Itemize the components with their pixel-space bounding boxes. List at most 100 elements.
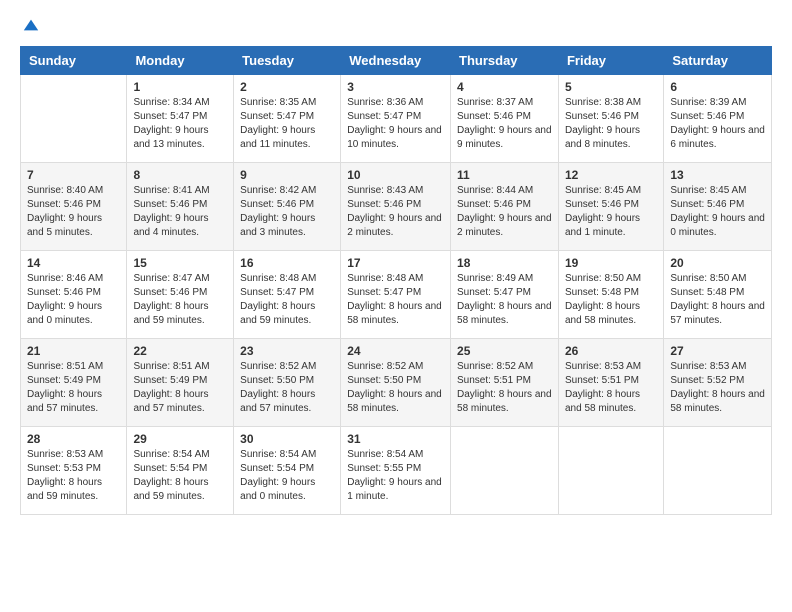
day-number: 11 <box>457 168 552 182</box>
day-info: Sunrise: 8:44 AMSunset: 5:46 PMDaylight:… <box>457 184 552 240</box>
calendar-cell: 27 Sunrise: 8:53 AMSunset: 5:52 PMDayligh… <box>664 339 772 427</box>
week-row-4: 21 Sunrise: 8:51 AMSunset: 5:49 PMDayligh… <box>21 339 772 427</box>
weekday-header-saturday: Saturday <box>664 47 772 75</box>
day-number: 30 <box>240 432 334 446</box>
calendar-cell: 16 Sunrise: 8:48 AMSunset: 5:47 PMDayligh… <box>234 251 341 339</box>
day-number: 25 <box>457 344 552 358</box>
calendar-cell: 13 Sunrise: 8:45 AMSunset: 5:46 PMDayligh… <box>664 163 772 251</box>
day-info: Sunrise: 8:54 AMSunset: 5:54 PMDaylight:… <box>133 448 227 504</box>
day-number: 6 <box>670 80 765 94</box>
day-number: 21 <box>27 344 120 358</box>
calendar-cell: 29 Sunrise: 8:54 AMSunset: 5:54 PMDayligh… <box>127 427 234 515</box>
day-number: 17 <box>347 256 444 270</box>
calendar-cell <box>558 427 663 515</box>
day-number: 14 <box>27 256 120 270</box>
day-number: 15 <box>133 256 227 270</box>
day-info: Sunrise: 8:47 AMSunset: 5:46 PMDaylight:… <box>133 272 227 328</box>
day-number: 27 <box>670 344 765 358</box>
calendar-cell: 11 Sunrise: 8:44 AMSunset: 5:46 PMDayligh… <box>451 163 559 251</box>
day-info: Sunrise: 8:53 AMSunset: 5:51 PMDaylight:… <box>565 360 657 416</box>
calendar-cell <box>21 75 127 163</box>
day-info: Sunrise: 8:54 AMSunset: 5:55 PMDaylight:… <box>347 448 444 504</box>
day-number: 13 <box>670 168 765 182</box>
day-number: 20 <box>670 256 765 270</box>
day-info: Sunrise: 8:51 AMSunset: 5:49 PMDaylight:… <box>133 360 227 416</box>
calendar-cell: 4 Sunrise: 8:37 AMSunset: 5:46 PMDaylight… <box>451 75 559 163</box>
week-row-5: 28Sunrise: 8:53 AMSunset: 5:53 PMDayligh… <box>21 427 772 515</box>
weekday-header-row: SundayMondayTuesdayWednesdayThursdayFrid… <box>21 47 772 75</box>
day-info: Sunrise: 8:45 AMSunset: 5:46 PMDaylight:… <box>670 184 765 240</box>
logo-icon <box>22 16 40 34</box>
day-number: 29 <box>133 432 227 446</box>
day-info: Sunrise: 8:52 AMSunset: 5:50 PMDaylight:… <box>347 360 444 416</box>
day-info: Sunrise: 8:54 AMSunset: 5:54 PMDaylight:… <box>240 448 334 504</box>
calendar-cell: 22 Sunrise: 8:51 AMSunset: 5:49 PMDayligh… <box>127 339 234 427</box>
calendar-cell: 7 Sunrise: 8:40 AMSunset: 5:46 PMDaylight… <box>21 163 127 251</box>
day-number: 23 <box>240 344 334 358</box>
day-info: Sunrise: 8:42 AMSunset: 5:46 PMDaylight:… <box>240 184 334 240</box>
day-info: Sunrise: 8:46 AMSunset: 5:46 PMDaylight:… <box>27 272 120 328</box>
day-number: 18 <box>457 256 552 270</box>
calendar-cell: 2Sunrise: 8:35 AMSunset: 5:47 PMDaylight… <box>234 75 341 163</box>
calendar-table: SundayMondayTuesdayWednesdayThursdayFrid… <box>20 46 772 515</box>
weekday-header-sunday: Sunday <box>21 47 127 75</box>
calendar-cell: 18Sunrise: 8:49 AMSunset: 5:47 PMDayligh… <box>451 251 559 339</box>
calendar-cell: 8 Sunrise: 8:41 AMSunset: 5:46 PMDaylight… <box>127 163 234 251</box>
week-row-1: 1Sunrise: 8:34 AMSunset: 5:47 PMDaylight… <box>21 75 772 163</box>
day-info: Sunrise: 8:36 AMSunset: 5:47 PMDaylight:… <box>347 96 444 152</box>
weekday-header-monday: Monday <box>127 47 234 75</box>
day-number: 22 <box>133 344 227 358</box>
weekday-header-wednesday: Wednesday <box>341 47 451 75</box>
day-info: Sunrise: 8:53 AMSunset: 5:52 PMDaylight:… <box>670 360 765 416</box>
day-info: Sunrise: 8:45 AMSunset: 5:46 PMDaylight:… <box>565 184 657 240</box>
calendar-cell: 21 Sunrise: 8:51 AMSunset: 5:49 PMDayligh… <box>21 339 127 427</box>
day-info: Sunrise: 8:48 AMSunset: 5:47 PMDaylight:… <box>347 272 444 328</box>
day-number: 26 <box>565 344 657 358</box>
day-number: 24 <box>347 344 444 358</box>
weekday-header-friday: Friday <box>558 47 663 75</box>
calendar-cell: 24 Sunrise: 8:52 AMSunset: 5:50 PMDayligh… <box>341 339 451 427</box>
calendar-cell: 10 Sunrise: 8:43 AMSunset: 5:46 PMDayligh… <box>341 163 451 251</box>
calendar-cell: 26 Sunrise: 8:53 AMSunset: 5:51 PMDayligh… <box>558 339 663 427</box>
day-number: 2 <box>240 80 334 94</box>
day-number: 31 <box>347 432 444 446</box>
calendar-cell: 19Sunrise: 8:50 AMSunset: 5:48 PMDayligh… <box>558 251 663 339</box>
day-info: Sunrise: 8:37 AMSunset: 5:46 PMDaylight:… <box>457 96 552 152</box>
day-info: Sunrise: 8:40 AMSunset: 5:46 PMDaylight:… <box>27 184 120 240</box>
day-info: Sunrise: 8:39 AMSunset: 5:46 PMDaylight:… <box>670 96 765 152</box>
day-number: 19 <box>565 256 657 270</box>
logo <box>20 16 40 34</box>
day-number: 16 <box>240 256 334 270</box>
day-info: Sunrise: 8:48 AMSunset: 5:47 PMDaylight:… <box>240 272 334 328</box>
day-info: Sunrise: 8:43 AMSunset: 5:46 PMDaylight:… <box>347 184 444 240</box>
calendar-cell: 30 Sunrise: 8:54 AMSunset: 5:54 PMDayligh… <box>234 427 341 515</box>
day-number: 9 <box>240 168 334 182</box>
day-info: Sunrise: 8:38 AMSunset: 5:46 PMDaylight:… <box>565 96 657 152</box>
week-row-2: 7 Sunrise: 8:40 AMSunset: 5:46 PMDaylight… <box>21 163 772 251</box>
day-number: 7 <box>27 168 120 182</box>
calendar-cell: 12Sunrise: 8:45 AMSunset: 5:46 PMDayligh… <box>558 163 663 251</box>
calendar-cell <box>451 427 559 515</box>
calendar-cell <box>664 427 772 515</box>
weekday-header-tuesday: Tuesday <box>234 47 341 75</box>
calendar-cell: 20 Sunrise: 8:50 AMSunset: 5:48 PMDayligh… <box>664 251 772 339</box>
day-info: Sunrise: 8:50 AMSunset: 5:48 PMDaylight:… <box>670 272 765 328</box>
day-number: 5 <box>565 80 657 94</box>
day-number: 10 <box>347 168 444 182</box>
main-container: SundayMondayTuesdayWednesdayThursdayFrid… <box>0 0 792 531</box>
day-info: Sunrise: 8:51 AMSunset: 5:49 PMDaylight:… <box>27 360 120 416</box>
calendar-cell: 17 Sunrise: 8:48 AMSunset: 5:47 PMDayligh… <box>341 251 451 339</box>
calendar-cell: 15 Sunrise: 8:47 AMSunset: 5:46 PMDayligh… <box>127 251 234 339</box>
day-number: 8 <box>133 168 227 182</box>
day-number: 4 <box>457 80 552 94</box>
calendar-cell: 14 Sunrise: 8:46 AMSunset: 5:46 PMDayligh… <box>21 251 127 339</box>
weekday-header-thursday: Thursday <box>451 47 559 75</box>
calendar-cell: 23 Sunrise: 8:52 AMSunset: 5:50 PMDayligh… <box>234 339 341 427</box>
week-row-3: 14 Sunrise: 8:46 AMSunset: 5:46 PMDayligh… <box>21 251 772 339</box>
calendar-cell: 5 Sunrise: 8:38 AMSunset: 5:46 PMDaylight… <box>558 75 663 163</box>
calendar-cell: 1Sunrise: 8:34 AMSunset: 5:47 PMDaylight… <box>127 75 234 163</box>
day-info: Sunrise: 8:41 AMSunset: 5:46 PMDaylight:… <box>133 184 227 240</box>
calendar-cell: 31 Sunrise: 8:54 AMSunset: 5:55 PMDayligh… <box>341 427 451 515</box>
day-info: Sunrise: 8:52 AMSunset: 5:50 PMDaylight:… <box>240 360 334 416</box>
calendar-cell: 3Sunrise: 8:36 AMSunset: 5:47 PMDaylight… <box>341 75 451 163</box>
